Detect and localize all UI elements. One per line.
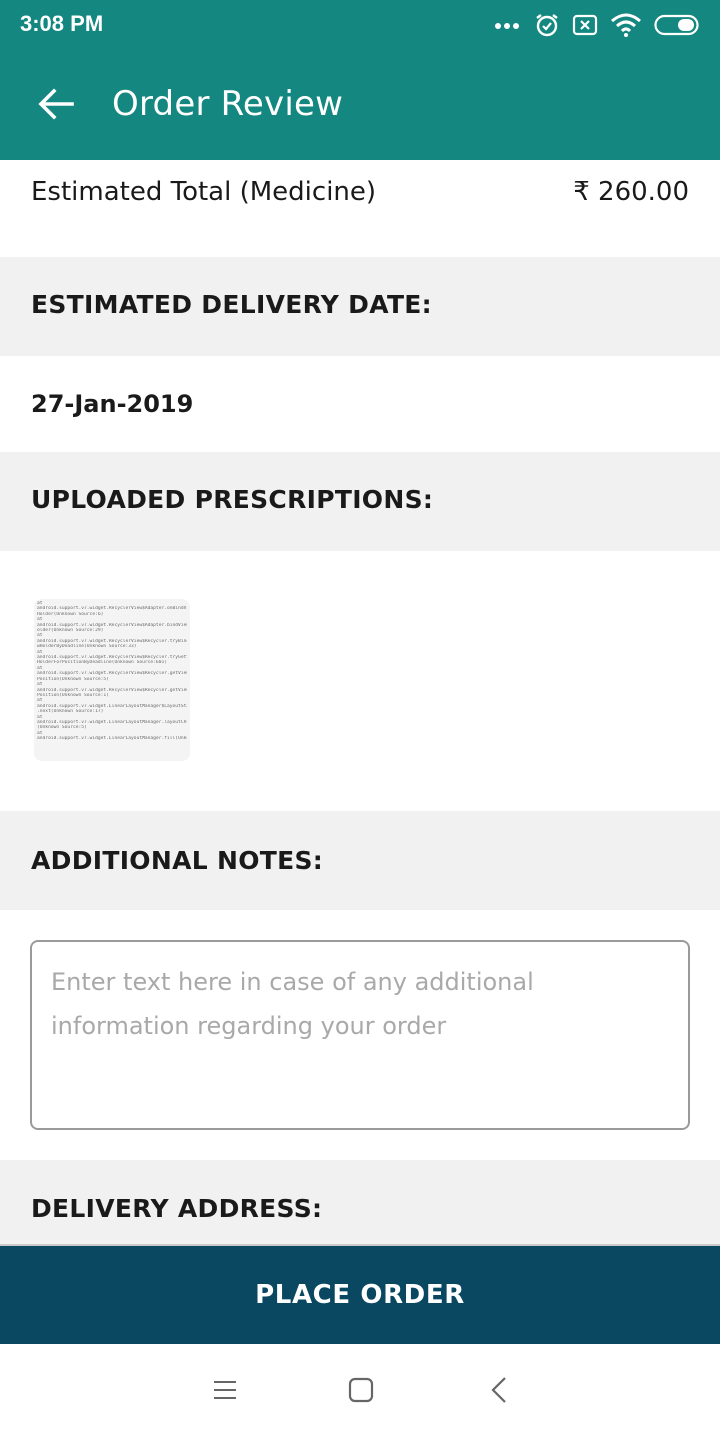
sim-disabled-icon bbox=[572, 14, 598, 36]
prescriptions-area: at android.support.v7.widget.RecyclerView… bbox=[0, 551, 720, 811]
page-title: Order Review bbox=[112, 84, 344, 124]
notes-header-label: ADDITIONAL NOTES: bbox=[31, 846, 324, 875]
address-header-label: DELIVERY ADDRESS: bbox=[31, 1194, 323, 1223]
back-chevron-icon bbox=[489, 1376, 509, 1408]
back-button[interactable] bbox=[30, 80, 82, 132]
status-bar: 3:08 PM bbox=[0, 0, 720, 50]
estimated-total-value: ₹ 260.00 bbox=[573, 177, 689, 207]
menu-button[interactable] bbox=[205, 1374, 245, 1410]
prescription-thumbnail-line: android.support.v7.widget.RecyclerView$R… bbox=[37, 671, 187, 677]
wifi-icon bbox=[610, 12, 642, 38]
alarm-icon bbox=[534, 12, 560, 38]
delivery-date-row: 27-Jan-2019 bbox=[0, 356, 720, 452]
more-dots-icon bbox=[494, 20, 522, 30]
menu-icon bbox=[212, 1379, 238, 1405]
prescriptions-header-label: UPLOADED PRESCRIPTIONS: bbox=[31, 485, 434, 514]
status-time: 3:08 PM bbox=[20, 11, 104, 36]
place-order-label: PLACE ORDER bbox=[255, 1280, 465, 1310]
home-button[interactable] bbox=[341, 1374, 381, 1410]
notes-header: ADDITIONAL NOTES: bbox=[0, 811, 720, 910]
battery-icon bbox=[654, 14, 700, 36]
status-icons bbox=[494, 10, 700, 40]
estimated-total-row: Estimated Total (Medicine) ₹ 260.00 bbox=[0, 160, 720, 257]
nav-back-button[interactable] bbox=[479, 1374, 519, 1410]
arrow-left-icon bbox=[38, 88, 74, 124]
prescription-thumbnail[interactable]: at android.support.v7.widget.RecyclerView… bbox=[34, 599, 190, 761]
prescription-thumbnail-line: android.support.v7.widget.LinearLayoutMa… bbox=[37, 736, 187, 742]
delivery-date-value: 27-Jan-2019 bbox=[31, 390, 194, 418]
prescriptions-header: UPLOADED PRESCRIPTIONS: bbox=[0, 452, 720, 551]
home-square-icon bbox=[348, 1377, 374, 1407]
address-header: DELIVERY ADDRESS: bbox=[0, 1160, 720, 1244]
additional-notes-input[interactable] bbox=[30, 940, 690, 1130]
delivery-date-header-label: ESTIMATED DELIVERY DATE: bbox=[31, 290, 432, 319]
place-order-button[interactable]: PLACE ORDER bbox=[0, 1244, 720, 1344]
app-bar: Order Review bbox=[0, 50, 720, 160]
prescription-thumbnail-line: HolderForPositionByDeadline(Unknown Sour… bbox=[37, 660, 167, 666]
estimated-total-label: Estimated Total (Medicine) bbox=[31, 177, 377, 207]
delivery-date-header: ESTIMATED DELIVERY DATE: bbox=[0, 257, 720, 356]
notes-area bbox=[0, 910, 720, 1160]
system-nav-bar bbox=[0, 1344, 720, 1440]
